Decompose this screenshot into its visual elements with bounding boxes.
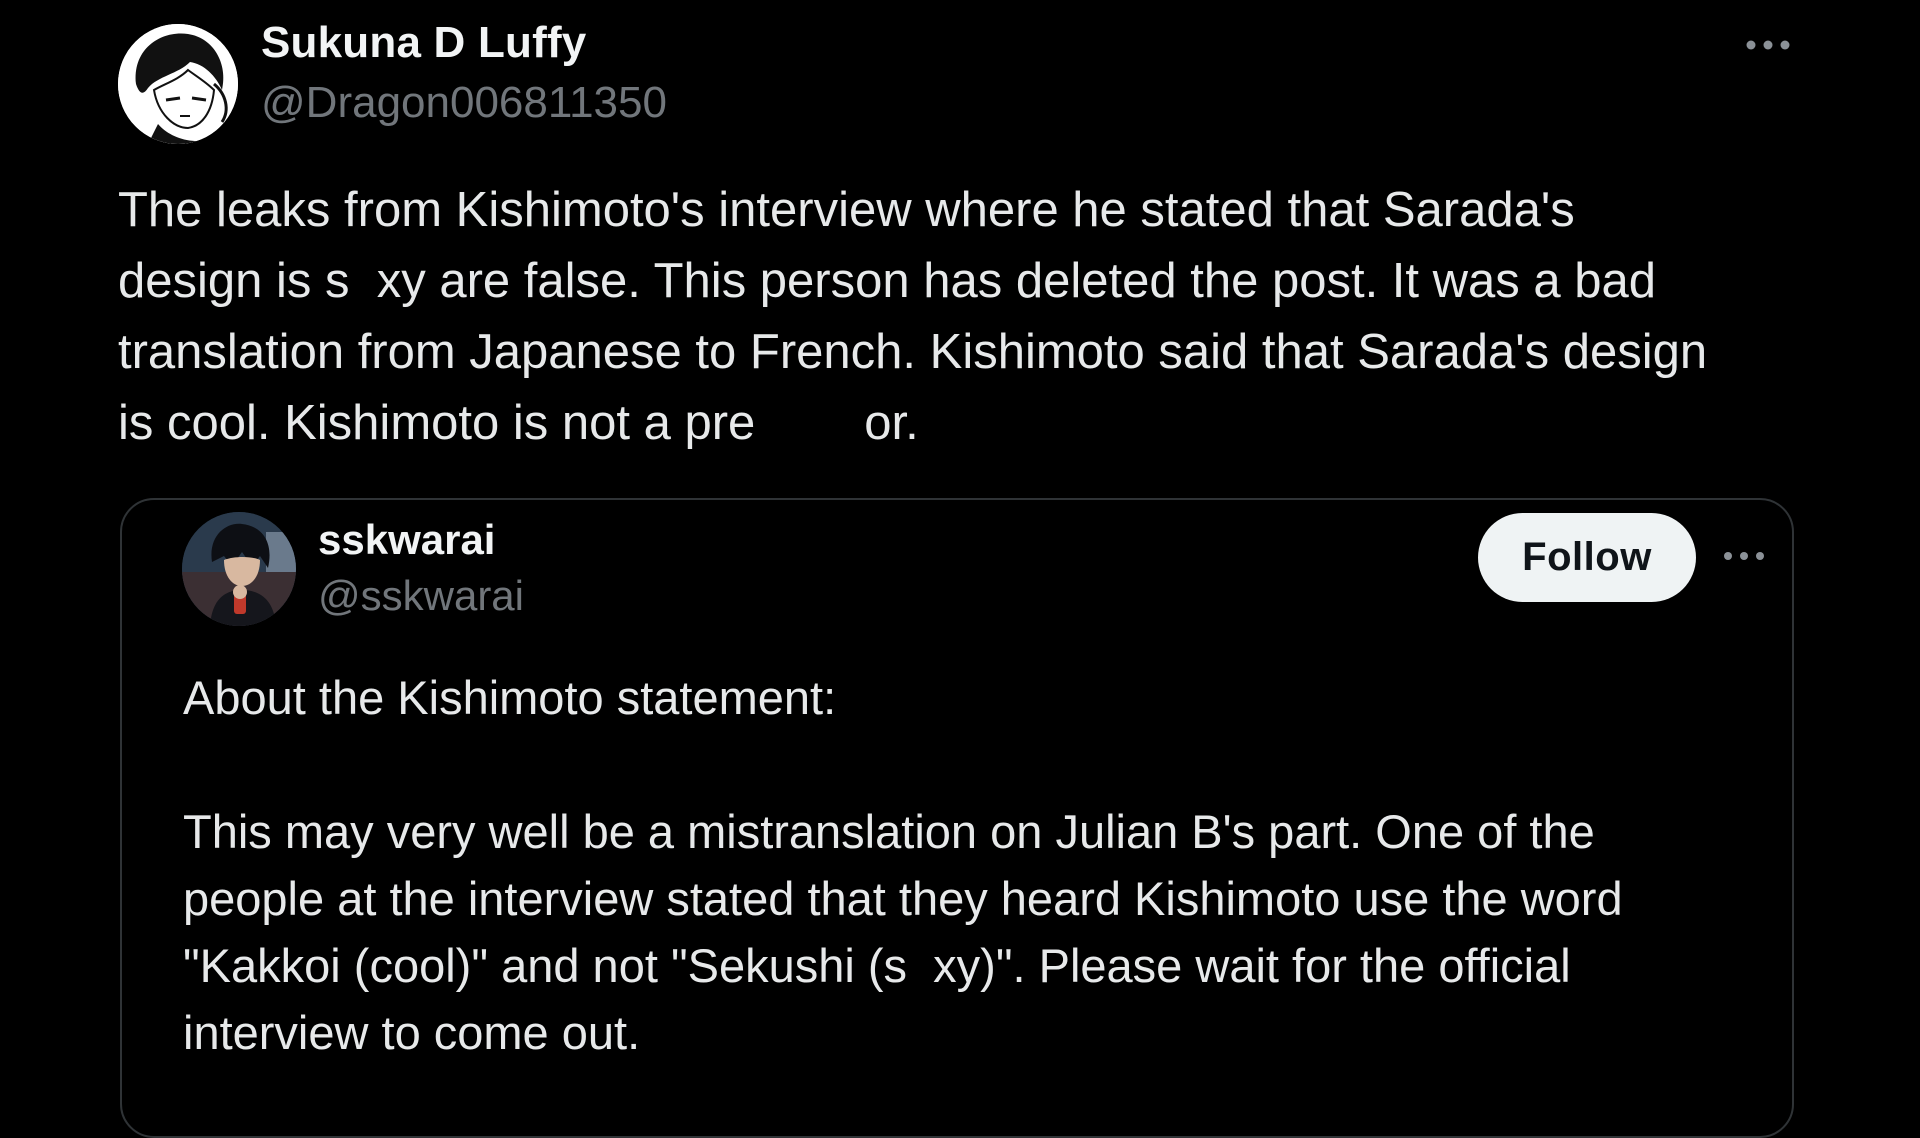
quoted-author-handle[interactable]: @sskwarai (318, 572, 524, 620)
quoted-more-options-icon[interactable] (1722, 548, 1766, 564)
author-avatar[interactable] (118, 24, 238, 144)
tweet: Sukuna D Luffy @Dragon006811350 The leak… (0, 0, 1920, 1138)
follow-button[interactable]: Follow (1478, 513, 1696, 602)
post-text-line: is cool. Kishimoto is not a pre or. (118, 396, 919, 450)
quoted-text-line: "Kakkoi (cool)" and not "Sekushi (s xy)"… (183, 939, 1571, 992)
post-text-line: The leaks from Kishimoto's interview whe… (118, 183, 1575, 237)
post-text: The leaks from Kishimoto's interview whe… (118, 175, 1878, 459)
manga-character-avatar-icon (118, 24, 238, 144)
post-text-line: translation from Japanese to French. Kis… (118, 325, 1708, 379)
author-handle[interactable]: @Dragon006811350 (261, 78, 667, 128)
author-display-name[interactable]: Sukuna D Luffy (261, 18, 586, 68)
quoted-author-avatar[interactable] (182, 512, 296, 626)
quoted-text-line: people at the interview stated that they… (183, 872, 1623, 925)
more-options-icon[interactable] (1744, 36, 1792, 54)
post-text-line: design is s xy are false. This person ha… (118, 254, 1657, 308)
anime-character-avatar-icon (182, 512, 296, 626)
quoted-author-display-name[interactable]: sskwarai (318, 516, 495, 564)
quoted-text-line: interview to come out. (183, 1006, 641, 1059)
quoted-text-line: This may very well be a mistranslation o… (183, 805, 1595, 858)
quoted-post-text: About the Kishimoto statement: This may … (183, 664, 1743, 1066)
quoted-text-line: About the Kishimoto statement: (183, 671, 837, 724)
